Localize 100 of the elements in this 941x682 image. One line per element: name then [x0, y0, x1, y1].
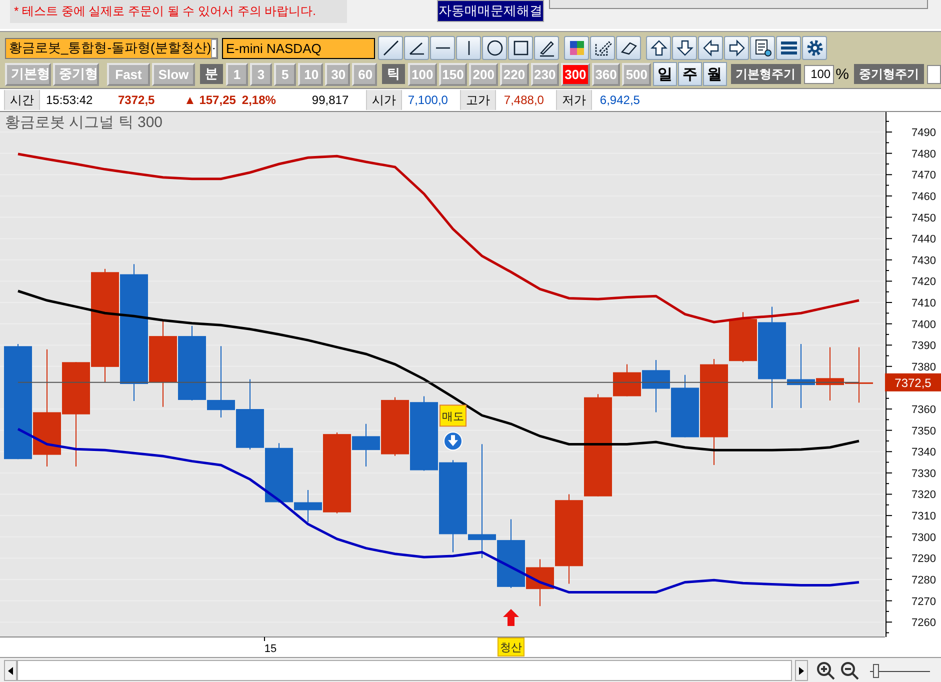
edit-button[interactable]: [590, 36, 615, 60]
up-button[interactable]: [646, 36, 671, 60]
axis-label: 7290: [912, 553, 936, 566]
period-button[interactable]: 220: [500, 62, 529, 86]
right-button[interactable]: [724, 36, 749, 60]
left-arrow-icon: [700, 38, 720, 58]
period-button[interactable]: 3: [250, 62, 272, 86]
line-tool-button[interactable]: [378, 36, 403, 60]
chart-type-button[interactable]: 중기형: [53, 62, 99, 86]
chart-title: 황금로봇 시그널 틱 300: [5, 114, 163, 131]
strategy-dropdown[interactable]: 황금로봇_통합형-돌파형(분할청산): [5, 38, 218, 58]
axis-label: 7450: [912, 212, 936, 224]
period-button[interactable]: 1: [226, 62, 248, 86]
open-value: 7,100,0: [406, 93, 449, 107]
open-label: 시가: [366, 90, 402, 110]
axis-label: 15: [264, 643, 277, 655]
pencil-tool-button[interactable]: [534, 36, 559, 60]
period-button[interactable]: 30: [325, 62, 350, 86]
scroll-right-button[interactable]: [795, 660, 808, 681]
left-button[interactable]: [698, 36, 723, 60]
period-button[interactable]: 150: [438, 62, 468, 86]
axis-label: 7360: [912, 404, 936, 416]
axis-label: 7280: [912, 574, 936, 586]
exit-signal-tag: 청산: [498, 638, 524, 656]
time-label: 시간: [4, 90, 40, 110]
down-arrow-icon: [674, 38, 694, 58]
cycle-input[interactable]: [926, 64, 941, 84]
percent-unit: %: [836, 66, 849, 82]
period-button[interactable]: 230: [530, 62, 560, 86]
period-button[interactable]: 10: [298, 62, 324, 86]
change-percent: 2,18%: [240, 93, 277, 107]
candlestick: [381, 396, 409, 456]
cycle-label: 중기형주기: [854, 64, 924, 84]
rectangle-tool-button[interactable]: [508, 36, 533, 60]
cycle-label: 기본형주기: [730, 64, 801, 84]
settings-icon: [804, 38, 824, 58]
chart-type-button[interactable]: 기본형: [5, 62, 51, 86]
settings-button[interactable]: [802, 36, 827, 60]
zoom-slider[interactable]: [870, 662, 930, 680]
speed-button[interactable]: Slow: [152, 62, 195, 86]
axis-label: 7480: [912, 148, 936, 160]
eraser-button[interactable]: [616, 36, 641, 60]
axis-label: 7460: [912, 190, 936, 203]
price-value: 7372,5: [117, 93, 156, 107]
right-arrow-icon: [726, 38, 746, 58]
period-button[interactable]: 100: [408, 62, 437, 86]
minute-label: 분: [200, 64, 223, 84]
calendar-period-button[interactable]: 주: [678, 62, 702, 86]
axis-label: 7350: [912, 425, 936, 438]
angle-tool-button[interactable]: [404, 36, 429, 60]
period-button[interactable]: 200: [469, 62, 498, 86]
current-price-tag: 7372,5: [885, 373, 941, 392]
menu-button[interactable]: [776, 36, 801, 60]
up-arrow-icon: [503, 609, 519, 626]
warning-message: * 테스트 중에 실제로 주문이 될 수 있어서 주의 바랍니다.: [10, 0, 347, 23]
cycle-input[interactable]: 100: [804, 64, 834, 84]
x-tick: [264, 636, 265, 642]
circle-icon: [484, 38, 504, 58]
color-button[interactable]: [564, 36, 589, 60]
calendar-period-button[interactable]: 월: [702, 62, 727, 86]
speed-button[interactable]: Fast: [107, 62, 150, 86]
axis-label: 7490: [912, 127, 936, 140]
document-search-icon: [752, 38, 772, 58]
axis-label: 7330: [912, 468, 936, 480]
low-label: 저가: [556, 90, 592, 110]
annotation: 매도: [442, 411, 464, 424]
axis-label: 7340: [912, 446, 936, 459]
search-button[interactable]: [750, 36, 775, 60]
low-value: 6,942,5: [598, 93, 641, 107]
high-label: 고가: [460, 90, 496, 110]
axis-label: 7420: [912, 276, 936, 288]
candlestick: [816, 346, 844, 401]
axis-label: 7440: [912, 234, 936, 246]
auto-trade-fix-button[interactable]: 자동매매문제해결: [437, 0, 544, 22]
change-value: ▲ 157,25: [183, 93, 236, 107]
period-button[interactable]: 500: [622, 62, 651, 86]
period-button[interactable]: 60: [352, 62, 378, 86]
slider-thumb[interactable]: [872, 664, 879, 678]
axis-label: 7390: [912, 340, 936, 352]
sell-signal-tag: 매도: [440, 404, 466, 427]
time-value: 15:53:42: [45, 93, 94, 107]
down-button[interactable]: [672, 36, 697, 60]
calendar-period-button[interactable]: 일: [652, 62, 677, 86]
axis-label: 7410: [912, 297, 936, 310]
scroll-left-button[interactable]: [4, 660, 17, 681]
vertical-line-button[interactable]: [456, 36, 481, 60]
period-button[interactable]: 360: [592, 62, 620, 86]
candlestick: [845, 346, 873, 404]
period-button[interactable]: 300: [561, 62, 590, 86]
up-arrow-icon: [648, 38, 668, 58]
symbol-field[interactable]: E-mini NASDAQ: [222, 38, 375, 58]
circle-tool-button[interactable]: [482, 36, 507, 60]
vertical-line-icon: [468, 41, 470, 55]
axis-label: 7270: [912, 596, 936, 608]
horizontal-line-button[interactable]: [430, 36, 455, 60]
axis-label: 7430: [912, 254, 936, 267]
period-button[interactable]: 5: [274, 62, 296, 86]
axis-label: 7260: [912, 617, 936, 630]
caret-icon: [211, 38, 217, 58]
axis-label: 7380: [912, 361, 936, 374]
